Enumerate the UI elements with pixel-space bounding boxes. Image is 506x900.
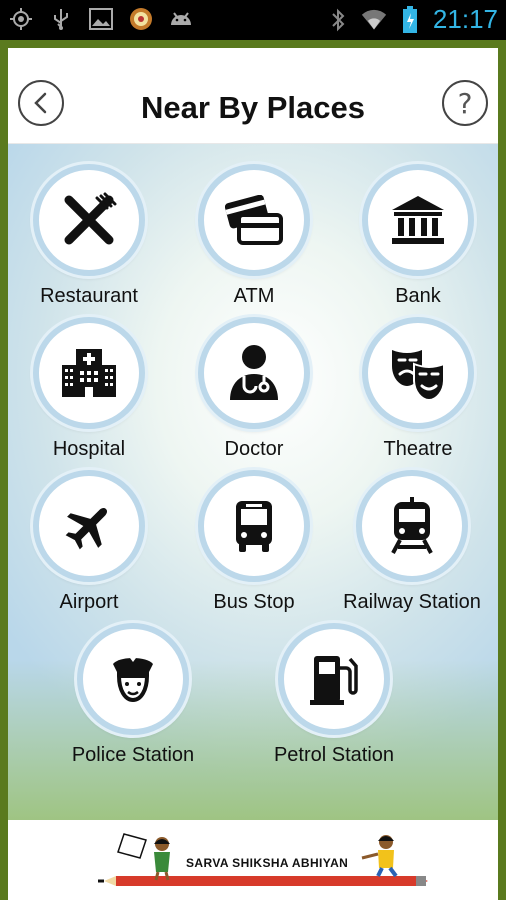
bluetooth-icon xyxy=(325,7,351,33)
place-label: Police Station xyxy=(71,744,195,766)
place-icon-circle xyxy=(362,164,474,276)
place-label: Petrol Station xyxy=(273,744,395,766)
bank-building-icon xyxy=(392,196,444,244)
help-icon: ? xyxy=(457,86,473,120)
fuel-pump-icon xyxy=(310,656,358,705)
footer: SARVA SHIKSHA ABHIYAN xyxy=(8,820,498,900)
gallery-icon xyxy=(88,6,114,32)
theatre-masks-icon xyxy=(392,350,445,400)
place-petrol-station[interactable]: Petrol Station xyxy=(254,623,414,773)
train-icon xyxy=(391,497,433,554)
status-time: 21:17 xyxy=(432,4,498,34)
place-police-station[interactable]: Police Station xyxy=(53,623,213,773)
place-doctor[interactable]: Doctor xyxy=(174,317,334,467)
status-bar: 21:17 xyxy=(0,0,506,40)
place-icon-circle xyxy=(198,470,310,582)
place-theatre[interactable]: Theatre xyxy=(338,317,498,467)
place-label: Theatre xyxy=(383,438,453,460)
place-icon-circle xyxy=(33,317,145,429)
doctor-icon xyxy=(230,345,278,400)
place-icon-circle xyxy=(356,470,468,582)
place-icon-circle xyxy=(198,164,310,276)
gps-icon xyxy=(8,6,34,32)
place-airport[interactable]: Airport xyxy=(9,470,169,620)
police-officer-icon xyxy=(113,655,153,703)
place-restaurant[interactable]: Restaurant xyxy=(9,164,169,314)
battery-icon xyxy=(397,5,423,33)
places-grid: Restaurant ATM Bank Hospital Doctor Thea… xyxy=(8,144,498,820)
fork-knife-icon xyxy=(64,192,117,245)
page-title: Near By Places xyxy=(140,90,366,125)
place-label: Bank xyxy=(395,285,441,307)
place-icon-circle xyxy=(33,470,145,582)
place-hospital[interactable]: Hospital xyxy=(9,317,169,467)
place-icon-circle xyxy=(198,317,310,429)
place-atm[interactable]: ATM xyxy=(174,164,334,314)
hospital-building-icon xyxy=(62,349,116,397)
app-badge-icon xyxy=(128,6,154,32)
place-bus-stop[interactable]: Bus Stop xyxy=(174,470,334,620)
place-icon-circle xyxy=(33,164,145,276)
app-panel: Near By Places ? Restaurant ATM Bank Hos… xyxy=(8,48,498,900)
place-icon-circle xyxy=(362,317,474,429)
cards-icon xyxy=(225,195,283,245)
app-frame: Near By Places ? Restaurant ATM Bank Hos… xyxy=(0,40,506,900)
place-label: Railway Station xyxy=(343,591,481,613)
wifi-icon xyxy=(361,7,387,33)
place-railway-station[interactable]: Railway Station xyxy=(332,470,492,620)
place-bank[interactable]: Bank xyxy=(338,164,498,314)
place-icon-circle xyxy=(77,623,189,735)
banner-text: SARVA SHIKSHA ABHIYAN xyxy=(186,856,349,870)
bus-icon xyxy=(236,501,272,552)
header: Near By Places ? xyxy=(8,48,498,144)
place-icon-circle xyxy=(278,623,390,735)
sarva-shiksha-abhiyan-banner[interactable]: SARVA SHIKSHA ABHIYAN xyxy=(54,828,452,894)
android-icon xyxy=(168,6,194,32)
help-button[interactable]: ? xyxy=(442,80,488,126)
usb-icon xyxy=(48,6,74,32)
airplane-icon xyxy=(65,507,108,550)
